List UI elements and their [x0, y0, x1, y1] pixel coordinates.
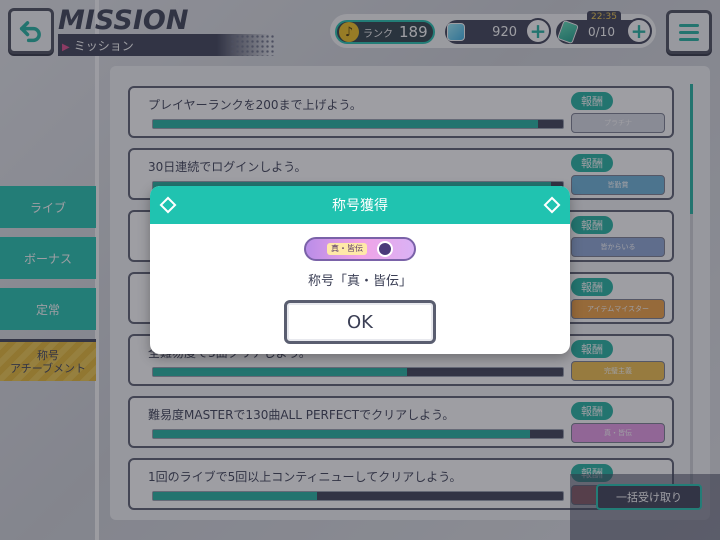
ok-button[interactable]: OK: [284, 300, 436, 344]
title-acquired-dialog: 称号獲得 真・皆伝 称号「真・皆伝」 OK: [150, 186, 570, 354]
title-plate-badge: 真・皆伝: [304, 237, 416, 261]
gem-icon: [377, 241, 393, 257]
dialog-title: 称号獲得: [332, 198, 388, 214]
dialog-message: 称号「真・皆伝」: [307, 274, 412, 289]
diamond-icon: [543, 196, 561, 214]
dialog-header: 称号獲得: [150, 186, 570, 224]
plate-text: 真・皆伝: [327, 243, 367, 255]
diamond-icon: [159, 196, 177, 214]
